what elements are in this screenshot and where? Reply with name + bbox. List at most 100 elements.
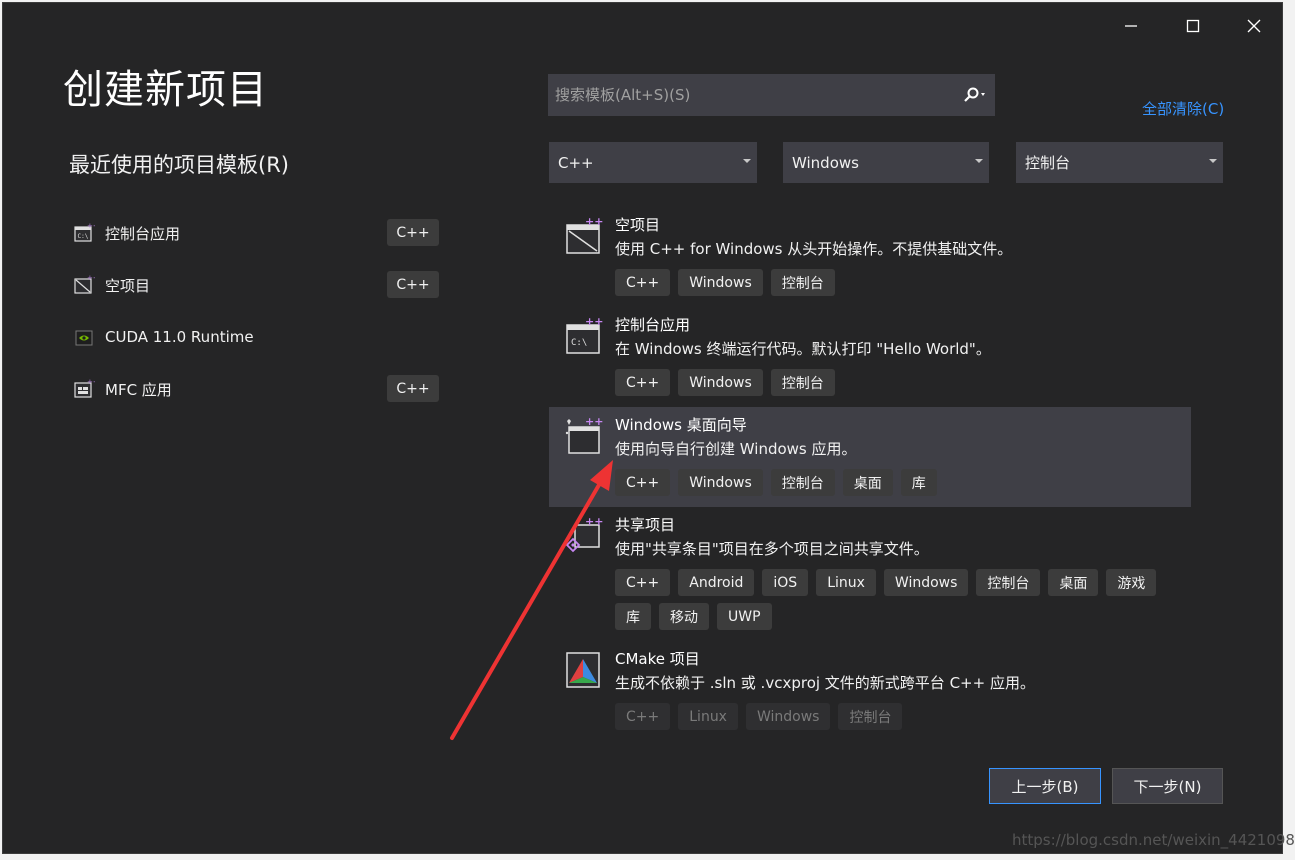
template-tag: Linux xyxy=(678,703,738,730)
template-tags: C++ Android iOS Linux Windows 控制台 桌面 游戏库移动 UWP xyxy=(615,569,1175,630)
template-description: 使用 C++ for Windows 从头开始操作。不提供基础文件。 xyxy=(615,240,1013,258)
svg-text:C:\: C:\ xyxy=(571,338,587,348)
chevron-down-icon xyxy=(975,159,983,163)
template-tag: Windows xyxy=(883,569,969,596)
template-tags: C++ Linux Windows 控制台 xyxy=(615,703,1175,730)
minimize-icon xyxy=(1125,25,1137,27)
template-tag: 控制台 xyxy=(976,569,1041,596)
template-tag: 桌面 xyxy=(842,469,893,496)
project-type-filter-value: 控制台 xyxy=(1025,154,1071,172)
template-empty-project[interactable]: ++ 空项目使用 C++ for Windows 从头开始操作。不提供基础文件。 C… xyxy=(549,207,1191,307)
console-app-icon: C:\ ++ xyxy=(73,222,99,244)
template-search-box xyxy=(548,74,995,116)
language-tag: C++ xyxy=(387,375,439,402)
template-tag: 桌面 xyxy=(1048,569,1099,596)
platform-filter-value: Windows xyxy=(792,153,859,172)
search-button[interactable] xyxy=(956,75,994,115)
template-name: 控制台应用 xyxy=(615,316,691,334)
empty-project-icon: ++ xyxy=(563,215,605,257)
recent-item-cuda[interactable]: CUDA 11.0 Runtime xyxy=(71,311,439,363)
windows-desktop-wizard-icon: ++ xyxy=(563,415,605,457)
template-name: 共享项目 xyxy=(615,516,676,534)
search-icon xyxy=(964,87,985,102)
minimize-button[interactable] xyxy=(1111,11,1151,41)
console-app-icon: C:\ ++ xyxy=(563,315,605,357)
recent-item-label: MFC 应用 xyxy=(105,380,172,399)
language-filter-value: C++ xyxy=(558,153,594,172)
template-tag: Windows xyxy=(678,369,763,396)
template-tag: C++ xyxy=(615,269,671,296)
svg-text:++: ++ xyxy=(87,222,95,230)
template-tag: Android xyxy=(678,569,755,596)
template-name: Windows 桌面向导 xyxy=(615,416,747,434)
template-tags: C++ Windows 控制台 xyxy=(615,269,1175,296)
project-type-filter-dropdown[interactable]: 控制台 xyxy=(1016,142,1223,183)
mfc-app-icon: ++ xyxy=(73,378,99,400)
next-button[interactable]: 下一步(N) xyxy=(1112,768,1223,804)
template-tag: 控制台 xyxy=(838,703,903,730)
template-tag: iOS xyxy=(762,569,809,596)
template-tag: C++ xyxy=(615,703,671,730)
template-description: 生成不依赖于 .sln 或 .vcxproj 文件的新式跨平台 C++ 应用。 xyxy=(615,674,1035,692)
template-tags: C++ Windows 控制台 xyxy=(615,369,1175,396)
template-tag: C++ xyxy=(615,569,671,596)
svg-text:C:\: C:\ xyxy=(78,233,89,240)
language-tag: C++ xyxy=(387,271,439,298)
recent-templates-heading: 最近使用的项目模板(R) xyxy=(69,153,289,177)
maximize-icon xyxy=(1186,19,1200,33)
template-description: 在 Windows 终端运行代码。默认打印 "Hello World"。 xyxy=(615,340,991,358)
template-tag: 移动 xyxy=(659,603,709,630)
chevron-down-icon xyxy=(1209,159,1217,163)
back-button[interactable]: 上一步(B) xyxy=(989,768,1101,804)
search-input[interactable] xyxy=(549,85,956,105)
template-tag: Windows xyxy=(678,269,763,296)
svg-text:++: ++ xyxy=(87,378,95,386)
recent-item-label: 空项目 xyxy=(105,276,151,295)
template-description: 使用"共享条目"项目在多个项目之间共享文件。 xyxy=(615,540,929,558)
template-tag: 游戏 xyxy=(1106,569,1157,596)
template-tag: Windows xyxy=(678,469,763,496)
close-button[interactable] xyxy=(1234,11,1274,41)
recent-item-empty-project[interactable]: ++ 空项目 C++ xyxy=(71,259,439,311)
template-tag: UWP xyxy=(717,603,772,630)
empty-project-icon: ++ xyxy=(73,274,99,296)
template-list: ++ 空项目使用 C++ for Windows 从头开始操作。不提供基础文件。 C… xyxy=(549,207,1191,740)
platform-filter-dropdown[interactable]: Windows xyxy=(783,142,989,183)
nvidia-icon xyxy=(73,326,95,348)
template-tag: C++ xyxy=(615,369,671,396)
template-name: CMake 项目 xyxy=(615,650,700,668)
svg-text:++: ++ xyxy=(585,415,603,428)
template-shared-project[interactable]: ++ 共享项目使用"共享条目"项目在多个项目之间共享文件。 C++ Android iO… xyxy=(549,507,1191,641)
language-tag: C++ xyxy=(387,219,439,246)
template-tag: Windows xyxy=(745,703,831,730)
template-tag: 控制台 xyxy=(770,369,835,396)
svg-text:++: ++ xyxy=(585,215,603,228)
template-tag: Linux xyxy=(816,569,876,596)
clear-all-link[interactable]: 全部清除(C) xyxy=(1142,98,1224,119)
template-tag: 库 xyxy=(615,603,651,630)
recent-item-mfc-app[interactable]: ++ MFC 应用 C++ xyxy=(71,363,439,415)
template-windows-desktop-wizard[interactable]: ++ Windows 桌面向导使用向导自行创建 Windows 应用。 C++ Win… xyxy=(549,407,1191,507)
template-console-app[interactable]: C:\ ++ 控制台应用在 Windows 终端运行代码。默认打印 "Hello W… xyxy=(549,307,1191,407)
recent-templates-list: C:\ ++ 控制台应用 C++ ++ 空项目 C++ CUDA 11.0 Run… xyxy=(71,207,439,415)
language-filter-dropdown[interactable]: C++ xyxy=(549,142,757,183)
close-icon xyxy=(1247,19,1261,33)
template-name: 空项目 xyxy=(615,216,661,234)
template-description: 使用向导自行创建 Windows 应用。 xyxy=(615,440,857,458)
chevron-down-icon xyxy=(743,159,751,163)
recent-item-label: CUDA 11.0 Runtime xyxy=(105,328,254,346)
template-cmake-project[interactable]: CMake 项目生成不依赖于 .sln 或 .vcxproj 文件的新式跨平台 … xyxy=(549,641,1191,740)
template-tag: C++ xyxy=(615,469,671,496)
watermark-text: https://blog.csdn.net/weixin_44210987 xyxy=(1012,831,1295,849)
template-tag: 库 xyxy=(900,469,937,496)
template-tags: C++ Windows 控制台 桌面库 xyxy=(615,469,1175,496)
cmake-icon xyxy=(563,649,605,691)
svg-text:++: ++ xyxy=(585,315,603,328)
recent-item-console-app[interactable]: C:\ ++ 控制台应用 C++ xyxy=(71,207,439,259)
template-tag: 控制台 xyxy=(770,269,835,296)
shared-project-icon: ++ xyxy=(563,515,605,557)
page-title: 创建新项目 xyxy=(63,67,268,113)
maximize-button[interactable] xyxy=(1173,11,1213,41)
create-project-window: 创建新项目 最近使用的项目模板(R) C:\ ++ 控制台应用 C++ ++ 空项… xyxy=(2,2,1283,854)
recent-item-label: 控制台应用 xyxy=(105,224,181,243)
